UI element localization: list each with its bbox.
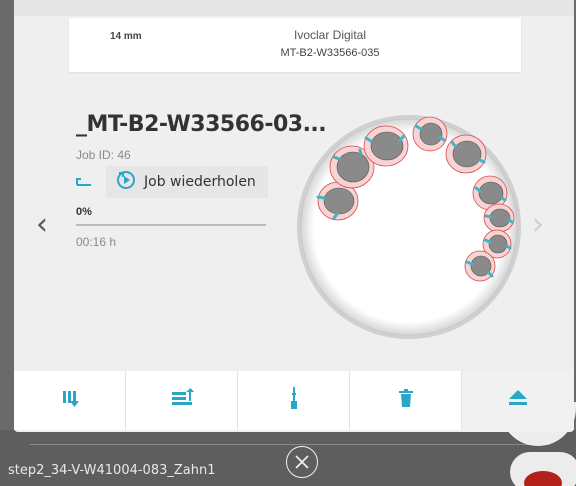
eject-icon — [509, 390, 527, 411]
progress-bar — [76, 224, 266, 226]
action-toolbar — [14, 371, 574, 430]
repeat-job-button[interactable]: Job wiederholen — [106, 166, 268, 198]
job-duration: 00:16 h — [76, 235, 117, 249]
disc-preview — [294, 112, 524, 342]
brand-label: Ivoclar Digital — [293, 28, 367, 42]
tool-button[interactable] — [238, 371, 350, 430]
repeat-job-label: Job wiederholen — [144, 174, 256, 190]
job-title: _MT-B2-W33566-03... — [76, 112, 327, 137]
chevron-left-icon[interactable]: ‹ — [36, 210, 48, 240]
job-code-label: MT-B2-W33566-035 — [280, 47, 380, 59]
chevron-right-icon[interactable]: › — [532, 210, 544, 240]
transfer-icon — [170, 388, 194, 413]
job-card: 14 mm Ivoclar Digital MT-B2-W33566-035 ‹… — [14, 0, 574, 432]
close-circle-icon[interactable] — [286, 446, 318, 478]
trash-icon — [398, 389, 413, 412]
job-header-panel: 14 mm Ivoclar Digital MT-B2-W33566-035 — [69, 18, 521, 72]
repeat-icon — [116, 170, 136, 195]
return-arrow-icon — [76, 175, 92, 193]
eject-button[interactable] — [462, 371, 574, 430]
repeat-row: Job wiederholen — [76, 166, 268, 198]
tool-icon — [289, 387, 299, 414]
sort-down-icon — [60, 388, 80, 413]
progress-percent: 0% — [76, 206, 92, 218]
next-job-name: step2_34-V-W41004-083_Zahn1 — [8, 463, 216, 478]
delete-button[interactable] — [350, 371, 462, 430]
top-strip — [14, 0, 574, 16]
job-id: Job ID: 46 — [76, 148, 131, 162]
transfer-button[interactable] — [126, 371, 238, 430]
divider — [30, 444, 550, 445]
sort-button[interactable] — [14, 371, 126, 430]
